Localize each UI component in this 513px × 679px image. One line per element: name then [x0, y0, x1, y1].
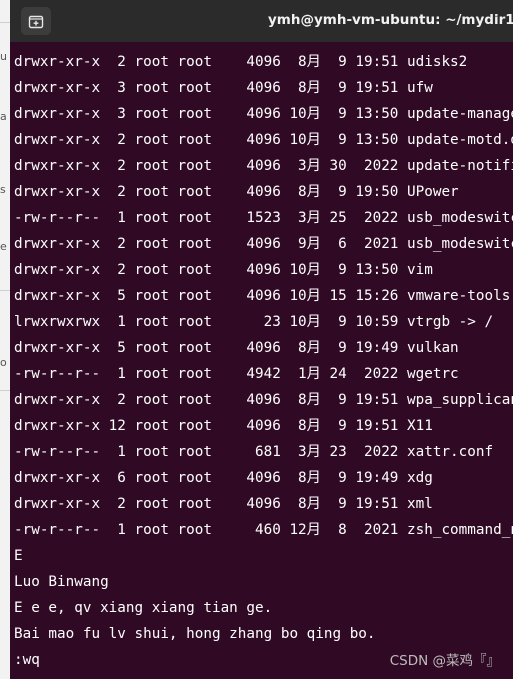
listing-row: drwxr-xr-x 3 root root 4096 8月 9 19:51 u… — [14, 80, 433, 96]
listing-row: drwxr-xr-x 3 root root 4096 10月 9 13:50 … — [14, 106, 513, 122]
title-bar[interactable]: ymh@ymh-vm-ubuntu: ~/mydir1 — [10, 0, 513, 42]
new-tab-icon — [28, 15, 44, 29]
text-line: Luo Binwang — [14, 574, 109, 590]
listing-row: drwxr-xr-x 2 root root 4096 9月 6 2021 us… — [14, 236, 513, 252]
listing-row: drwxr-xr-x 2 root root 4096 8月 9 19:50 U… — [14, 184, 459, 200]
new-tab-button[interactable] — [21, 7, 51, 35]
listing-row: drwxr-xr-x 2 root root 4096 8月 9 19:51 w… — [14, 392, 513, 408]
listing-row: -rw-r--r-- 1 root root 460 12月 8 2021 zs… — [14, 522, 513, 538]
listing-row: drwxr-xr-x 2 root root 4096 8月 9 19:51 u… — [14, 54, 468, 70]
listing-row: drwxr-xr-x 5 root root 4096 8月 9 19:49 v… — [14, 340, 459, 356]
terminal-window[interactable]: ymh@ymh-vm-ubuntu: ~/mydir1 drwxr-xr-x 2… — [10, 0, 513, 679]
listing-row: drwxr-xr-x 2 root root 4096 3月 30 2022 u… — [14, 158, 513, 174]
listing-row: -rw-r--r-- 1 root root 4942 1月 24 2022 w… — [14, 366, 459, 382]
listing-row: drwxr-xr-x 5 root root 4096 10月 15 15:26… — [14, 288, 511, 304]
listing-row: drwxr-xr-x 6 root root 4096 8月 9 19:49 x… — [14, 470, 433, 486]
watermark: CSDN @菜鸡『』 — [389, 653, 500, 669]
listing-row: drwxr-xr-x 2 root root 4096 8月 9 19:51 x… — [14, 496, 433, 512]
text-line: E — [14, 548, 23, 564]
text-line: Bai mao fu lv shui, hong zhang bo qing b… — [14, 626, 376, 642]
listing-row: drwxr-xr-x 2 root root 4096 10月 9 13:50 … — [14, 262, 433, 278]
listing-row: drwxr-xr-x 12 root root 4096 8月 9 19:51 … — [14, 418, 433, 434]
listing-row: lrwxrwxrwx 1 root root 23 10月 9 10:59 vt… — [14, 314, 494, 330]
listing-row: -rw-r--r-- 1 root root 1523 3月 25 2022 u… — [14, 210, 513, 226]
text-line: E e e, qv xiang xiang tian ge. — [14, 600, 273, 616]
terminal-output[interactable]: drwxr-xr-x 2 root root 4096 8月 9 19:51 u… — [14, 49, 513, 673]
listing-row: -rw-r--r-- 1 root root 681 3月 23 2022 xa… — [14, 444, 494, 460]
window-title: ymh@ymh-vm-ubuntu: ~/mydir1 — [268, 12, 513, 28]
file-listing: drwxr-xr-x 2 root root 4096 8月 9 19:51 u… — [14, 49, 513, 543]
listing-row: drwxr-xr-x 2 root root 4096 10月 9 13:50 … — [14, 132, 513, 148]
